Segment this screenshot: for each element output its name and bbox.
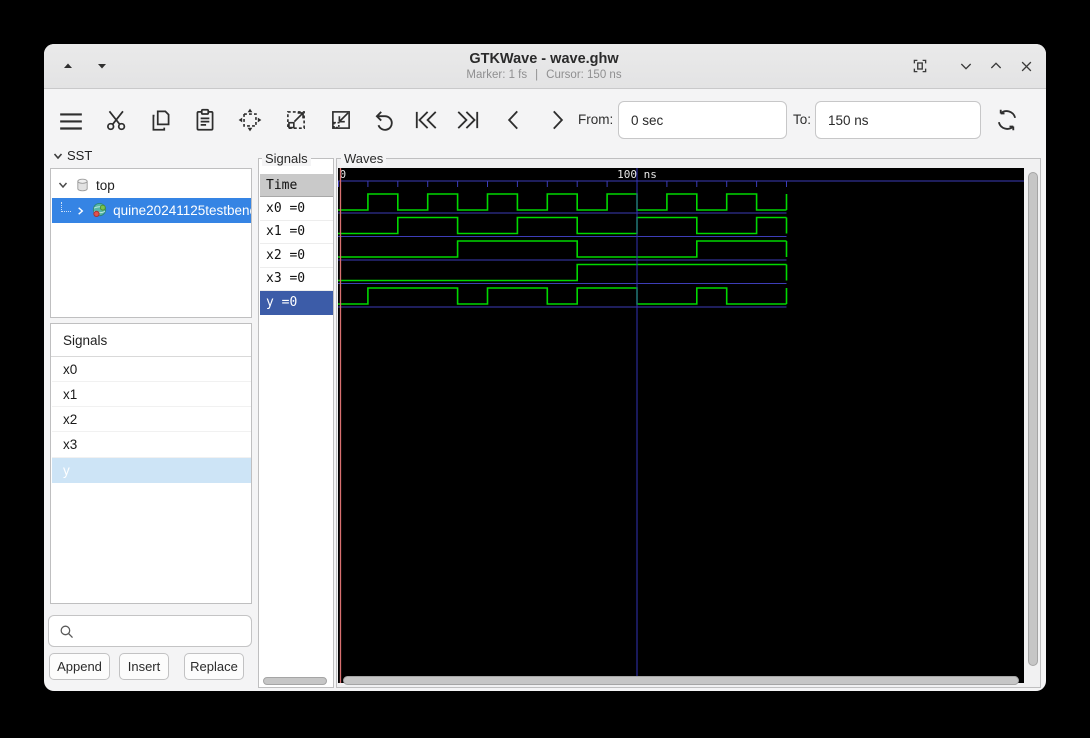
marker-status: Marker: 1 fs (466, 69, 528, 81)
copy-icon[interactable] (148, 107, 174, 133)
expander-right-icon[interactable] (75, 205, 86, 217)
expander-down-icon[interactable] (57, 179, 69, 191)
signal-list-panel: Signals x0 x1 x2 x3 y (50, 323, 252, 604)
fullscreen-icon[interactable] (906, 44, 934, 88)
signal-value-row-x2[interactable]: x2 =0 (260, 244, 333, 268)
triangle-up-icon[interactable] (56, 44, 80, 88)
undo-icon[interactable] (372, 107, 398, 133)
zoom-in-icon[interactable] (328, 107, 354, 133)
signal-list-item-y[interactable]: y (52, 457, 251, 483)
triangle-down-icon[interactable] (90, 44, 114, 88)
signal-column-hscrollbar[interactable] (263, 677, 327, 685)
from-input[interactable] (618, 101, 787, 139)
waves-vscrollbar[interactable] (1028, 172, 1038, 666)
signal-value-row-x1[interactable]: x1 =0 (260, 221, 333, 244)
tree-item-top[interactable]: top (57, 173, 115, 197)
tree-item-testbench[interactable]: quine20241125testbench (52, 198, 251, 223)
chevron-down-icon[interactable] (952, 44, 980, 88)
tree-item-label: top (96, 177, 115, 193)
insert-button[interactable]: Insert (119, 653, 169, 680)
to-input[interactable] (815, 101, 981, 139)
seek-end-icon[interactable] (455, 107, 481, 133)
zoom-fit-icon[interactable] (237, 107, 263, 133)
sst-header[interactable]: SST (52, 148, 92, 163)
to-label: To: (793, 112, 812, 127)
close-icon[interactable] (1012, 44, 1040, 88)
cut-icon[interactable] (104, 107, 130, 133)
chevron-up-icon[interactable] (982, 44, 1010, 88)
append-button[interactable]: Append (49, 653, 110, 680)
signal-column-frame-label: Signals (262, 151, 311, 166)
sst-label: SST (67, 148, 93, 163)
signal-value-row-x0[interactable]: x0 =0 (260, 197, 333, 221)
cursor-status: Cursor: 150 ns (546, 69, 622, 81)
titlebar[interactable]: GTKWave - wave.ghw Marker: 1 fs | Cursor: … (44, 44, 1046, 89)
time-header[interactable]: Time (260, 174, 333, 197)
signal-column-panel: Time x0 =0 x1 =0 x2 =0 x3 =0 y =0 (258, 158, 334, 688)
search-icon (60, 625, 73, 638)
status-separator: | (535, 69, 539, 81)
zoom-out-icon[interactable] (283, 107, 309, 133)
seek-start-icon[interactable] (413, 107, 439, 133)
signal-value-row-y[interactable]: y =0 (260, 291, 333, 315)
search-input[interactable] (79, 619, 248, 645)
signal-list-item-x2[interactable]: x2 (52, 407, 251, 433)
waves-frame-label: Waves (341, 151, 387, 166)
desktop-background: GTKWave - wave.ghw Marker: 1 fs | Cursor: … (0, 0, 1090, 738)
menu-icon[interactable] (58, 109, 84, 135)
title-block: GTKWave - wave.ghw Marker: 1 fs | Cursor: … (244, 44, 844, 82)
gtkwave-window: GTKWave - wave.ghw Marker: 1 fs | Cursor: … (44, 44, 1046, 691)
globe-icon (93, 202, 107, 218)
wave-canvas[interactable]: 0 100 ns (338, 168, 1024, 683)
signal-list-header[interactable]: Signals (51, 324, 251, 357)
cylinder-icon (77, 178, 88, 192)
waves-hscrollbar[interactable] (343, 676, 1019, 685)
reload-icon[interactable] (994, 107, 1020, 133)
search-box (48, 615, 252, 647)
sst-tree-panel: top quine20241125testbench (50, 168, 252, 318)
signal-list-item-x1[interactable]: x1 (52, 382, 251, 408)
paste-icon[interactable] (192, 107, 218, 133)
step-forward-icon[interactable] (544, 107, 570, 133)
signal-list-item-x3[interactable]: x3 (52, 433, 251, 458)
replace-button[interactable]: Replace (184, 653, 244, 680)
step-back-icon[interactable] (501, 107, 527, 133)
window-title: GTKWave - wave.ghw (469, 51, 619, 67)
signal-list-item-x0[interactable]: x0 (52, 357, 251, 382)
status-line: Marker: 1 fs | Cursor: 150 ns (244, 68, 844, 82)
signal-value-row-x3[interactable]: x3 =0 (260, 268, 333, 291)
tree-guide (61, 201, 72, 212)
tree-item-label: quine20241125testbench (113, 203, 251, 218)
from-label: From: (578, 112, 614, 127)
waves-panel: 0 100 ns (336, 158, 1041, 688)
